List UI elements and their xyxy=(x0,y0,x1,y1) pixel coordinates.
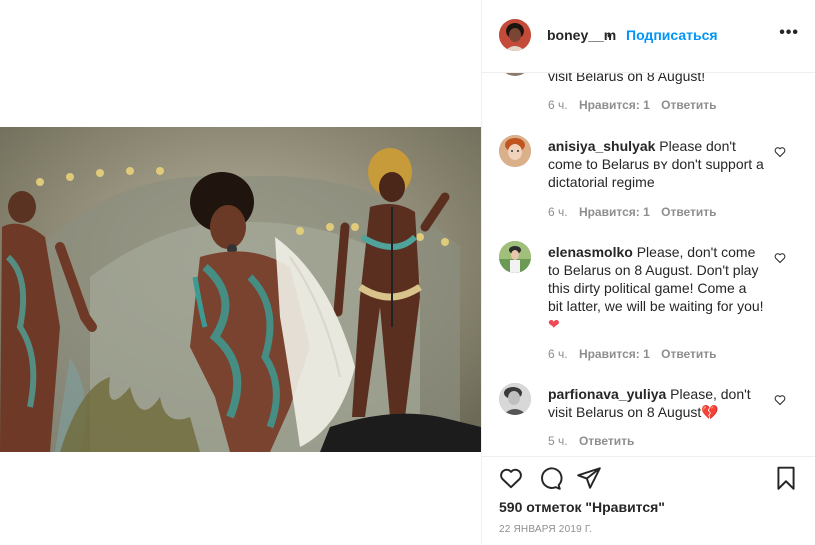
broken-heart-emoji: 💔 xyxy=(701,404,719,420)
comment-meta: 6 ч. Нравится: 1 Ответить xyxy=(548,205,725,219)
reply-button[interactable]: Ответить xyxy=(661,205,716,219)
comment-username[interactable]: elenasmolko xyxy=(548,244,633,260)
small-heart-icon[interactable] xyxy=(774,146,786,158)
comment-meta: 6 ч. Нравится: 1 Ответить xyxy=(548,98,725,112)
share-icon[interactable] xyxy=(576,465,602,491)
comment-text: parfionava_yuliya Please, don't visit Be… xyxy=(548,386,751,420)
media-pane xyxy=(0,0,481,544)
post-header: boney__m • Подписаться ••• xyxy=(482,0,815,73)
instagram-post-modal: boney__m • Подписаться ••• visit Belarus… xyxy=(0,0,815,545)
comment-item: visit Belarus on 8 August! 6 ч. Нравится… xyxy=(482,73,815,112)
comment-icon[interactable] xyxy=(537,465,563,491)
comment-likes-count[interactable]: Нравится: 1 xyxy=(579,205,650,219)
comment-avatar[interactable] xyxy=(499,383,531,415)
avatar-image xyxy=(499,383,531,415)
avatar-image xyxy=(499,135,531,167)
comment-avatar[interactable] xyxy=(499,73,531,76)
comments-list[interactable]: visit Belarus on 8 August! 6 ч. Нравится… xyxy=(482,73,815,456)
comment-text: elenasmolko Please, don't come to Belaru… xyxy=(548,244,764,332)
comment-text: anisiya_shulyak Please don't come to Bel… xyxy=(548,138,764,190)
comment-avatar[interactable] xyxy=(499,135,531,167)
comment-text: visit Belarus on 8 August! xyxy=(548,73,706,84)
comment-time[interactable]: 6 ч. xyxy=(548,205,568,219)
reply-button[interactable]: Ответить xyxy=(661,347,716,361)
comment-meta: 6 ч. Нравится: 1 Ответить xyxy=(548,347,725,361)
reply-button[interactable]: Ответить xyxy=(579,434,634,448)
post-side-panel: boney__m • Подписаться ••• visit Belarus… xyxy=(481,0,815,545)
comment-time[interactable]: 6 ч. xyxy=(548,98,568,112)
reply-button[interactable]: Ответить xyxy=(661,98,716,112)
follow-button[interactable]: Подписаться xyxy=(626,27,718,43)
author-avatar[interactable] xyxy=(499,19,531,51)
comment-time[interactable]: 5 ч. xyxy=(548,434,568,448)
avatar-image xyxy=(499,241,531,273)
separator-dot: • xyxy=(607,27,612,43)
small-heart-icon[interactable] xyxy=(774,252,786,264)
comment-meta: 5 ч. Ответить xyxy=(548,434,642,448)
comment-item: anisiya_shulyak Please don't come to Bel… xyxy=(482,135,815,225)
post-photo[interactable] xyxy=(0,127,481,452)
more-options-icon[interactable]: ••• xyxy=(779,24,799,42)
bookmark-icon[interactable] xyxy=(773,465,799,491)
avatar-image xyxy=(499,19,531,51)
comment-avatar[interactable] xyxy=(499,241,531,273)
comment-item: elenasmolko Please, don't come to Belaru… xyxy=(482,241,815,371)
comment-likes-count[interactable]: Нравится: 1 xyxy=(579,347,650,361)
concert-photo-illustration xyxy=(0,127,481,452)
likes-count[interactable]: 590 отметок "Нравится" xyxy=(499,499,665,515)
heart-emoji: ❤ xyxy=(548,316,560,332)
post-date[interactable]: 22 ЯНВАРЯ 2019 Г. xyxy=(499,524,592,535)
comment-username[interactable]: parfionava_yuliya xyxy=(548,386,666,402)
post-actions-footer: 590 отметок "Нравится" 22 ЯНВАРЯ 2019 Г. xyxy=(482,456,815,545)
heart-icon[interactable] xyxy=(498,465,524,491)
comment-item: parfionava_yuliya Please, don't visit Be… xyxy=(482,383,815,456)
small-heart-icon[interactable] xyxy=(774,394,786,406)
comment-username[interactable]: anisiya_shulyak xyxy=(548,138,655,154)
comment-time[interactable]: 6 ч. xyxy=(548,347,568,361)
comment-likes-count[interactable]: Нравится: 1 xyxy=(579,98,650,112)
author-username[interactable]: boney__m xyxy=(547,27,616,43)
